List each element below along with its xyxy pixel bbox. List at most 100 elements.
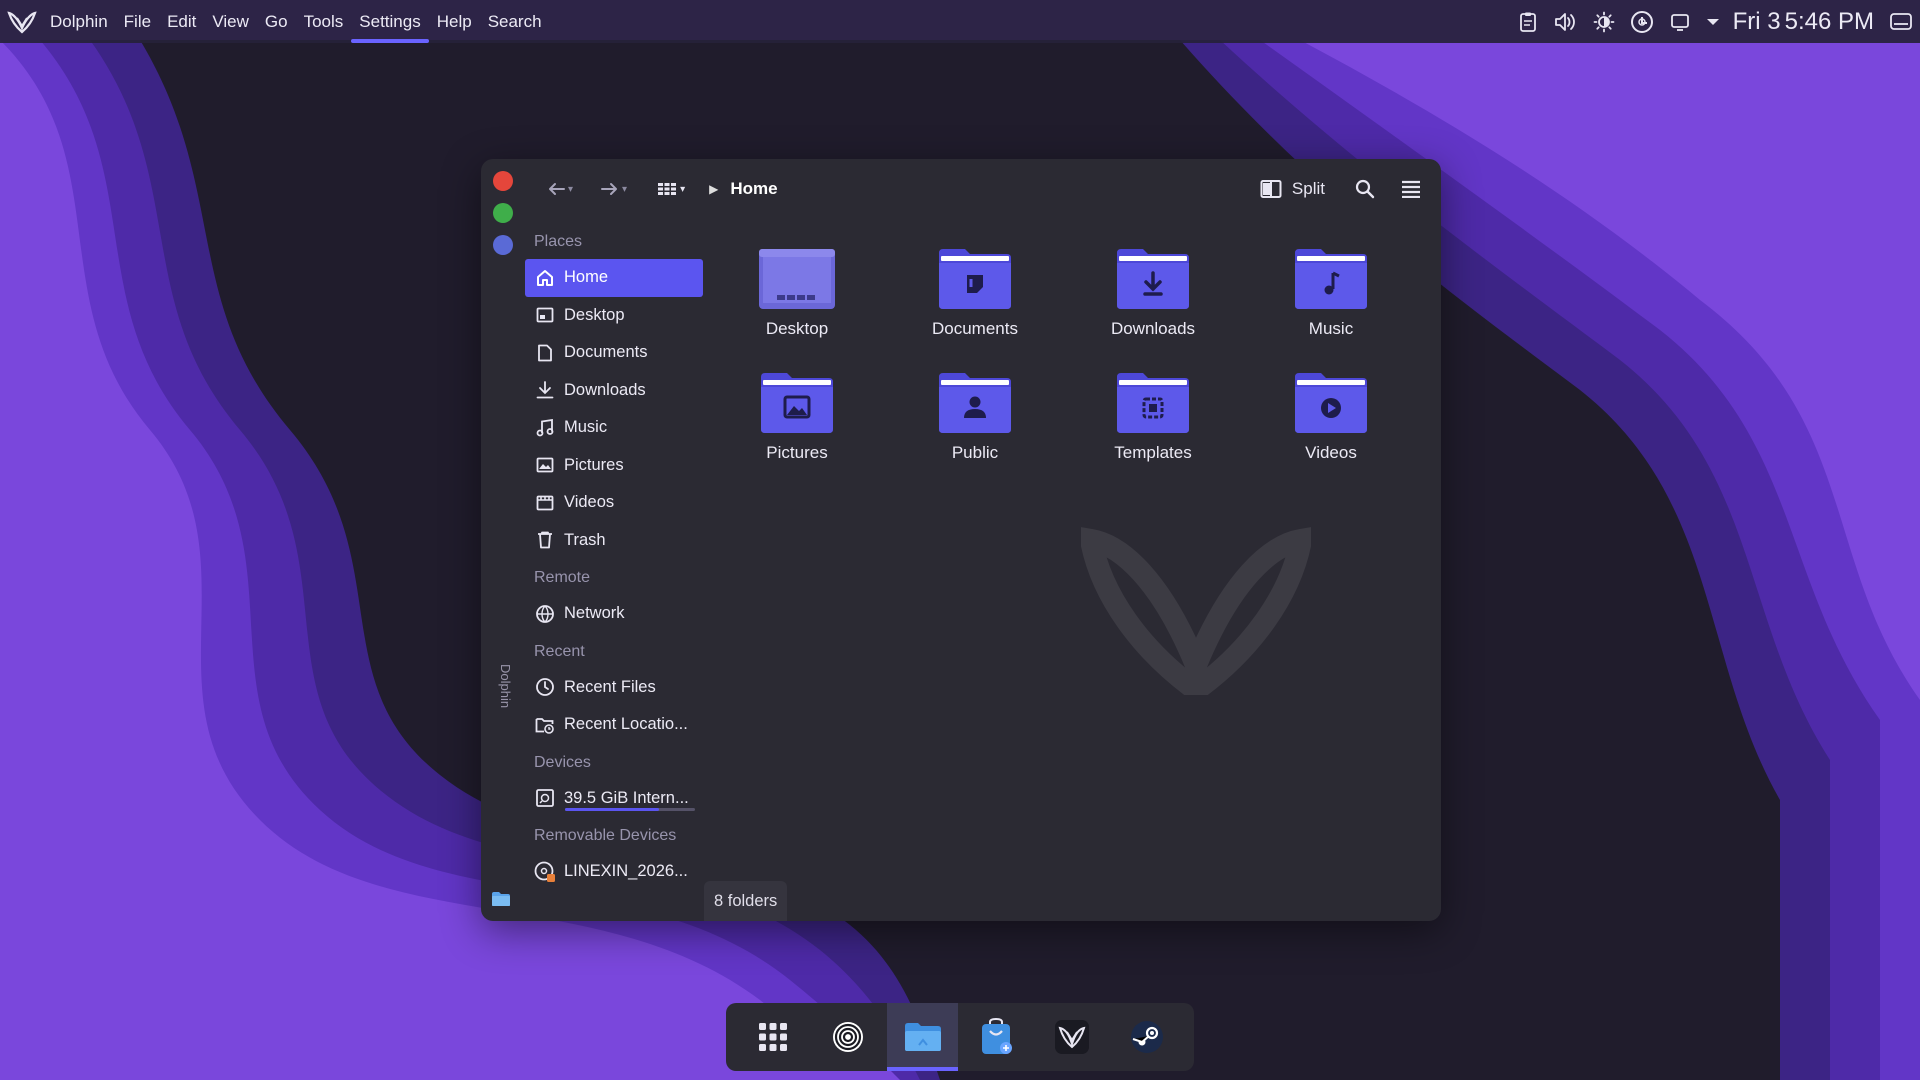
settings-spiral-icon: [833, 1022, 863, 1052]
dock-steam[interactable]: [1111, 1003, 1182, 1071]
dock: [726, 1003, 1194, 1071]
sidebar-item-recent-files[interactable]: Recent Files: [525, 669, 711, 707]
display-icon[interactable]: [1661, 0, 1699, 43]
folder-downloads[interactable]: Downloads: [1093, 245, 1213, 339]
hamburger-menu-button[interactable]: [1387, 171, 1429, 207]
panel-clock[interactable]: 5:46 PM: [1781, 8, 1882, 36]
notifications-icon[interactable]: [1882, 0, 1920, 43]
home-icon: [534, 267, 556, 289]
volume-icon[interactable]: [1547, 0, 1585, 43]
documents-folder-icon: [939, 249, 1011, 309]
folder-name: Desktop: [765, 319, 829, 338]
menu-edit[interactable]: Edit: [159, 0, 204, 43]
search-button[interactable]: [1343, 171, 1387, 207]
folder-name: Public: [951, 443, 999, 462]
folder-name: Music: [1308, 319, 1354, 338]
folder-panel-icon[interactable]: [491, 891, 511, 912]
sidebar-item-label: Downloads: [564, 380, 646, 399]
folder-name: Downloads: [1110, 319, 1196, 338]
folder-documents[interactable]: Documents: [915, 245, 1035, 339]
music-icon: [534, 417, 556, 439]
sidebar-item-trash[interactable]: Trash: [525, 522, 711, 560]
section-places-title: Places: [534, 233, 583, 250]
store-icon: [982, 1018, 1013, 1054]
dock-settings[interactable]: [813, 1003, 884, 1071]
network-icon[interactable]: [1623, 0, 1661, 43]
menu-file[interactable]: File: [116, 0, 159, 43]
clock-icon: [534, 676, 556, 698]
sidebar-item-documents[interactable]: Documents: [525, 334, 711, 372]
breadcrumb-home[interactable]: Home: [730, 179, 777, 199]
sidebar-item-downloads[interactable]: Downloads: [525, 372, 711, 410]
sidebar-item-label: LINEXIN_2026...: [564, 862, 688, 881]
file-view[interactable]: Desktop Documents Downloads Music Pictur…: [711, 225, 1441, 921]
dock-store[interactable]: [962, 1003, 1033, 1071]
close-button[interactable]: [493, 171, 513, 191]
folder-name: Documents: [932, 319, 1018, 338]
files-icon: [904, 1023, 941, 1051]
folder-videos[interactable]: Videos: [1271, 369, 1391, 463]
dolphin-watermark-icon: [1081, 527, 1311, 695]
downloads-folder-icon: [1117, 249, 1189, 309]
network-icon: [534, 603, 556, 625]
forward-button[interactable]: ▾: [595, 171, 633, 207]
window-controls: [493, 171, 513, 267]
section-recent-title: Recent: [534, 642, 585, 660]
folder-music[interactable]: Music: [1271, 245, 1391, 339]
menu-view[interactable]: View: [204, 0, 257, 43]
sidebar-item-music[interactable]: Music: [525, 409, 711, 447]
sidebar-item-internal-drive[interactable]: 39.5 GiB Intern...: [525, 780, 711, 818]
folder-public[interactable]: Public: [915, 369, 1035, 463]
dock-linexin[interactable]: [1037, 1003, 1108, 1071]
templates-folder-icon: [1117, 373, 1189, 433]
menu-dolphin[interactable]: Dolphin: [42, 0, 116, 43]
maximize-button[interactable]: [493, 203, 513, 223]
steam-icon: [1130, 1021, 1163, 1053]
sidebar-item-label: Documents: [564, 343, 648, 362]
sidebar-item-home[interactable]: Home: [525, 259, 703, 297]
minimize-button[interactable]: [493, 235, 513, 255]
sidebar-item-label: Desktop: [564, 305, 625, 324]
breadcrumb[interactable]: ▶ Home: [709, 179, 777, 199]
toolbar: ▾ ▾ ▾ ▶ Home Split: [541, 169, 1429, 209]
sidebar-item-linexin-disc[interactable]: LINEXIN_2026...: [525, 853, 711, 891]
back-button[interactable]: ▾: [541, 171, 579, 207]
drive-usage-fill: [565, 808, 659, 811]
menu-tools[interactable]: Tools: [296, 0, 352, 43]
chevron-down-icon[interactable]: [1699, 0, 1727, 43]
clipboard-icon[interactable]: [1509, 0, 1547, 43]
videos-folder-icon: [1295, 373, 1367, 433]
sidebar-item-pictures[interactable]: Pictures: [525, 447, 711, 485]
folder-name: Pictures: [766, 443, 828, 462]
folder-pictures[interactable]: Pictures: [737, 369, 857, 463]
sidebar-item-label: 39.5 GiB Intern...: [564, 788, 689, 807]
sidebar-item-label: Videos: [564, 493, 615, 512]
dock-app-grid[interactable]: [738, 1003, 809, 1071]
panel-date[interactable]: Fri 3: [1727, 8, 1781, 36]
sidebar-item-recent-locations[interactable]: Recent Locatio...: [525, 706, 711, 744]
view-mode-button[interactable]: ▾: [651, 171, 691, 207]
folder-desktop[interactable]: Desktop: [737, 245, 857, 339]
picture-icon: [534, 454, 556, 476]
chevron-down-icon: ▾: [680, 183, 686, 195]
document-icon: [534, 342, 556, 364]
sidebar-item-videos[interactable]: Videos: [525, 484, 711, 522]
search-icon: [1355, 179, 1375, 199]
menu-settings[interactable]: Settings: [351, 0, 430, 43]
download-icon: [534, 379, 556, 401]
dock-files[interactable]: [887, 1003, 959, 1071]
disc-icon: [534, 861, 556, 883]
menu-search[interactable]: Search: [480, 0, 550, 43]
folder-name: Videos: [1305, 443, 1357, 462]
folder-templates[interactable]: Templates: [1093, 369, 1213, 463]
sidebar-item-desktop[interactable]: Desktop: [525, 297, 711, 335]
sidebar-item-network[interactable]: Network: [525, 595, 711, 633]
sidebar-item-label: Recent Files: [564, 677, 656, 696]
brightness-icon[interactable]: [1585, 0, 1623, 43]
linexin-logo-icon[interactable]: [2, 0, 42, 43]
linexin-icon: [1055, 1020, 1090, 1054]
split-button[interactable]: Split: [1260, 179, 1343, 199]
grid-icon: [658, 183, 677, 195]
menu-help[interactable]: Help: [429, 0, 480, 43]
menu-go[interactable]: Go: [257, 0, 296, 43]
